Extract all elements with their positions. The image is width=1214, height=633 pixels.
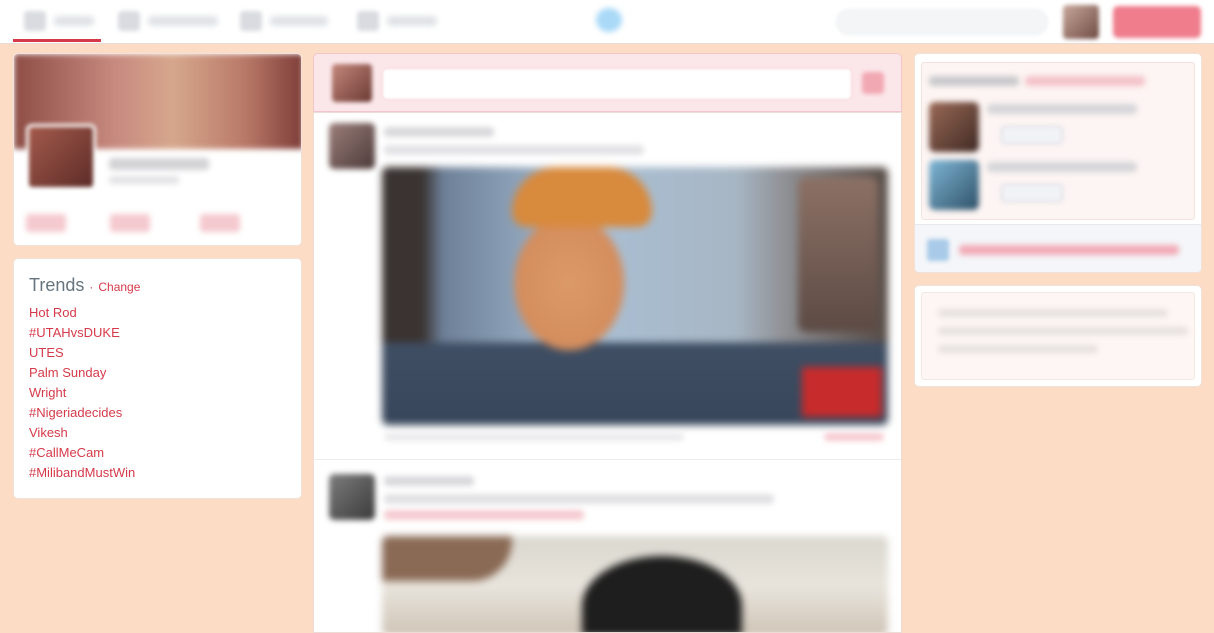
bird-icon[interactable] <box>596 8 622 32</box>
trend-item[interactable]: Wright <box>29 383 286 403</box>
tweet-stream <box>313 112 902 633</box>
tweet-author[interactable] <box>384 476 474 486</box>
tweet-button[interactable] <box>1113 6 1201 38</box>
nav-messages-label <box>270 16 328 26</box>
tweet[interactable] <box>314 460 901 632</box>
home-icon <box>24 11 46 31</box>
trends-separator: · <box>89 280 94 294</box>
trend-item[interactable]: #MilibandMustWin <box>29 463 286 483</box>
profile-stat-tweets[interactable] <box>26 214 66 232</box>
profile-stat-following[interactable] <box>110 214 150 232</box>
site-footer-links <box>921 292 1195 380</box>
search-input[interactable] <box>836 9 1048 35</box>
nav-home[interactable] <box>24 6 94 36</box>
nav-messages[interactable] <box>240 6 328 36</box>
hashtag-icon <box>357 11 379 31</box>
tweet[interactable] <box>314 113 901 460</box>
follow-button[interactable] <box>1001 184 1063 202</box>
trend-item[interactable]: UTES <box>29 343 286 363</box>
account-avatar[interactable] <box>1063 5 1099 39</box>
suggested-user-avatar[interactable] <box>929 102 979 152</box>
tweet-actions[interactable] <box>384 433 684 441</box>
media-shape <box>802 367 882 417</box>
tweet-image[interactable] <box>382 536 888 632</box>
contacts-icon <box>927 239 949 261</box>
trend-item[interactable]: Palm Sunday <box>29 363 286 383</box>
footer-link-row[interactable] <box>938 327 1188 335</box>
tweet-avatar[interactable] <box>329 474 375 520</box>
tweet-link[interactable] <box>384 510 584 520</box>
trend-item[interactable]: #Nigeriadecides <box>29 403 286 423</box>
trend-item[interactable]: #UTAHvsDUKE <box>29 323 286 343</box>
follow-button[interactable] <box>1001 126 1063 144</box>
profile-stat-followers[interactable] <box>200 214 240 232</box>
who-to-follow-title <box>929 76 1019 86</box>
nav-home-label <box>54 16 94 26</box>
nav-notifications[interactable] <box>118 6 218 36</box>
profile-avatar[interactable] <box>26 124 96 190</box>
tweet-text <box>384 145 644 155</box>
nav-discover[interactable] <box>357 6 437 36</box>
trends-header: Trends · Change <box>29 275 286 296</box>
trends-change-link[interactable]: Change <box>98 280 140 294</box>
find-friends-footer <box>915 224 1201 272</box>
trend-list: Hot Rod #UTAHvsDUKE UTES Palm Sunday Wri… <box>29 303 286 483</box>
profile-card <box>13 53 302 246</box>
envelope-icon <box>240 11 262 31</box>
media-shape <box>512 167 652 227</box>
tweet-image[interactable] <box>382 167 888 425</box>
camera-icon[interactable] <box>862 72 884 94</box>
nav-notifications-label <box>148 16 218 26</box>
compose-tweet-box <box>313 53 902 112</box>
footer-link-row[interactable] <box>938 345 1098 353</box>
nav-discover-label <box>387 16 437 26</box>
trends-title: Trends <box>29 275 85 295</box>
find-friends-link[interactable] <box>959 245 1179 255</box>
suggested-user-name[interactable] <box>987 104 1137 114</box>
trend-item[interactable]: Vikesh <box>29 423 286 443</box>
media-shape <box>582 556 742 632</box>
trend-item[interactable]: Hot Rod <box>29 303 286 323</box>
nav-active-indicator <box>13 39 101 42</box>
top-navigation-bar <box>0 0 1214 44</box>
suggested-user-name[interactable] <box>987 162 1137 172</box>
compose-input[interactable] <box>382 68 852 100</box>
trends-card: Trends · Change Hot Rod #UTAHvsDUKE UTES… <box>13 258 302 499</box>
suggested-user-avatar[interactable] <box>929 160 979 210</box>
media-shape <box>382 536 512 581</box>
bell-icon <box>118 11 140 31</box>
media-shape <box>798 177 878 332</box>
tweet-author[interactable] <box>384 127 494 137</box>
tweet-text <box>384 494 774 504</box>
footer-link-row[interactable] <box>938 309 1168 317</box>
profile-name[interactable] <box>109 158 209 170</box>
trend-item[interactable]: #CallMeCam <box>29 443 286 463</box>
site-footer-card <box>914 285 1202 387</box>
compose-avatar <box>332 64 372 102</box>
tweet-expand-link[interactable] <box>824 433 884 441</box>
who-to-follow-card <box>914 53 1202 273</box>
profile-handle[interactable] <box>109 176 179 184</box>
who-to-follow-links[interactable] <box>1025 76 1145 86</box>
tweet-avatar[interactable] <box>329 123 375 169</box>
